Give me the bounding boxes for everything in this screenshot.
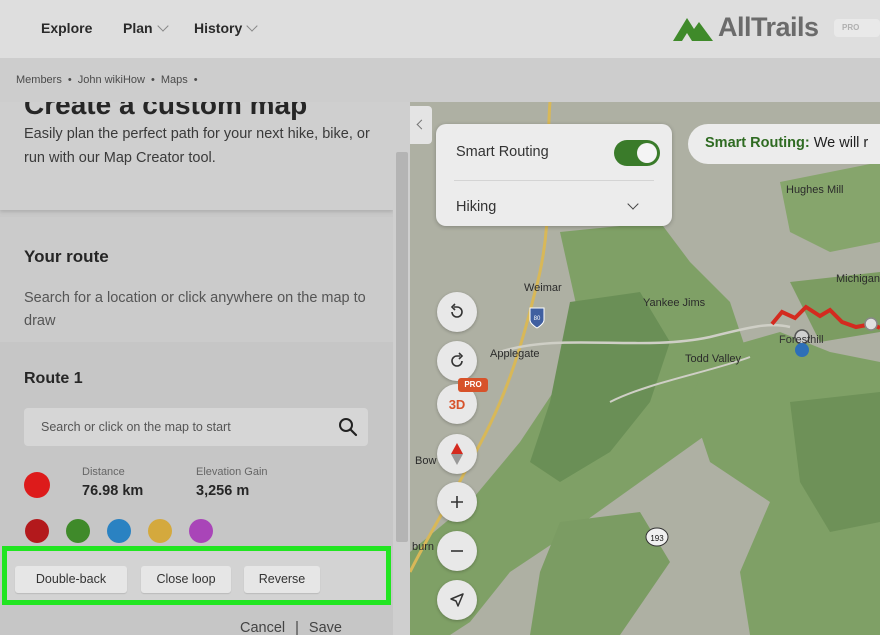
breadcrumb-separator: • [150,74,155,86]
place-label: Weimar [524,282,562,294]
breadcrumb: Members • John wikiHow • Maps • [16,74,198,86]
divider [454,180,654,181]
color-swatch-purple[interactable] [189,519,213,543]
place-label: Todd Valley [685,353,742,365]
place-label: Yankee Jims [643,297,706,309]
smart-routing-toggle[interactable] [614,140,660,166]
chevron-down-icon [156,20,169,32]
route-193-shield: 193 [650,534,664,543]
smart-routing-label: Smart Routing [456,144,549,160]
activity-select[interactable]: Hiking [456,199,496,215]
collapse-panel-button[interactable] [410,106,432,144]
route-name[interactable]: Route 1 [24,370,83,388]
color-swatch-yellow[interactable] [148,519,172,543]
compass-icon [451,443,463,465]
undo-icon [450,303,463,318]
route-search-input[interactable] [24,408,324,446]
nav-plan[interactable]: Plan [123,20,169,36]
compass-button[interactable] [437,434,477,474]
locate-me-button[interactable] [437,580,477,620]
cancel-button[interactable]: Cancel [240,620,285,635]
place-label: Foresthill [779,334,824,346]
routing-options-card: Smart Routing Hiking [436,124,672,226]
place-label: burn [412,541,435,553]
route-actions-highlight: Double-back Close loop Reverse [2,546,391,605]
page-description: Easily plan the perfect path for your ne… [24,126,370,166]
place-label: Applegate [490,348,540,360]
toggle-knob [637,143,657,163]
pro-badge: PRO [834,19,880,37]
color-swatch-green[interactable] [66,519,90,543]
intro-card: Create a custom map Easily plan the perf… [0,102,393,210]
highway-80-shield: 80 [534,316,541,322]
nav-plan-label: Plan [123,20,153,36]
page-title: Create a custom map [24,102,308,120]
pro-tag: PRO [458,378,488,392]
chevron-down-icon[interactable] [627,198,639,210]
footer-separator: | [295,620,299,635]
your-route-hint: Search for a location or click anywhere … [24,290,366,329]
3d-label: 3D [448,396,466,412]
tooltip-text: We will r [809,135,869,151]
place-label: Michigan [836,273,880,285]
redo-button[interactable] [437,341,477,381]
brand-name: AllTrails [718,12,819,42]
plus-icon [451,496,463,508]
mountain-logo-icon [673,17,713,41]
double-back-button[interactable]: Double-back [15,566,127,593]
nav-history[interactable]: History [194,20,258,36]
save-button[interactable]: Save [309,620,342,635]
breadcrumb-maps[interactable]: Maps [161,74,188,86]
place-label: Bow [415,455,437,467]
reverse-button[interactable]: Reverse [244,566,320,593]
route-search-box [24,408,368,446]
undo-button[interactable] [437,292,477,332]
your-route-heading: Your route [24,247,109,266]
breadcrumb-separator: • [193,74,198,86]
breadcrumb-separator: • [67,74,72,86]
place-label: Hughes Mill [786,184,844,196]
minus-icon [451,550,463,552]
scrollbar-thumb[interactable] [396,152,408,542]
your-route-section: Your route Search for a location or clic… [0,217,393,342]
distance-value: 76.98 km [82,483,144,499]
route-color-indicator [24,472,50,498]
navigation-arrow-icon [450,593,464,607]
breadcrumb-bar: Members • John wikiHow • Maps • [0,58,880,102]
redo-icon [451,352,464,367]
color-swatch-red[interactable] [25,519,49,543]
chevron-down-icon [246,20,258,32]
nav-explore-label: Explore [41,20,93,36]
close-loop-button[interactable]: Close loop [141,566,231,593]
zoom-out-button[interactable] [437,531,477,571]
search-icon[interactable] [338,417,358,437]
distance-label: Distance [82,466,125,478]
footer-actions: Cancel | Save [240,620,342,635]
zoom-in-button[interactable] [437,482,477,522]
nav-explore[interactable]: Explore [41,20,92,36]
alltrails-logo[interactable]: AllTrails [672,12,819,43]
elevation-gain-value: 3,256 m [196,483,250,499]
nav-history-label: History [194,20,243,36]
top-nav-bar: Explore Plan History AllTrails PRO [0,0,880,58]
elevation-gain-label: Elevation Gain [196,466,268,478]
color-swatch-blue[interactable] [107,519,131,543]
smart-routing-tooltip: Smart Routing: We will r [688,124,880,164]
tooltip-title: Smart Routing: [705,135,810,151]
breadcrumb-members[interactable]: Members [16,74,62,86]
breadcrumb-user[interactable]: John wikiHow [78,74,145,86]
